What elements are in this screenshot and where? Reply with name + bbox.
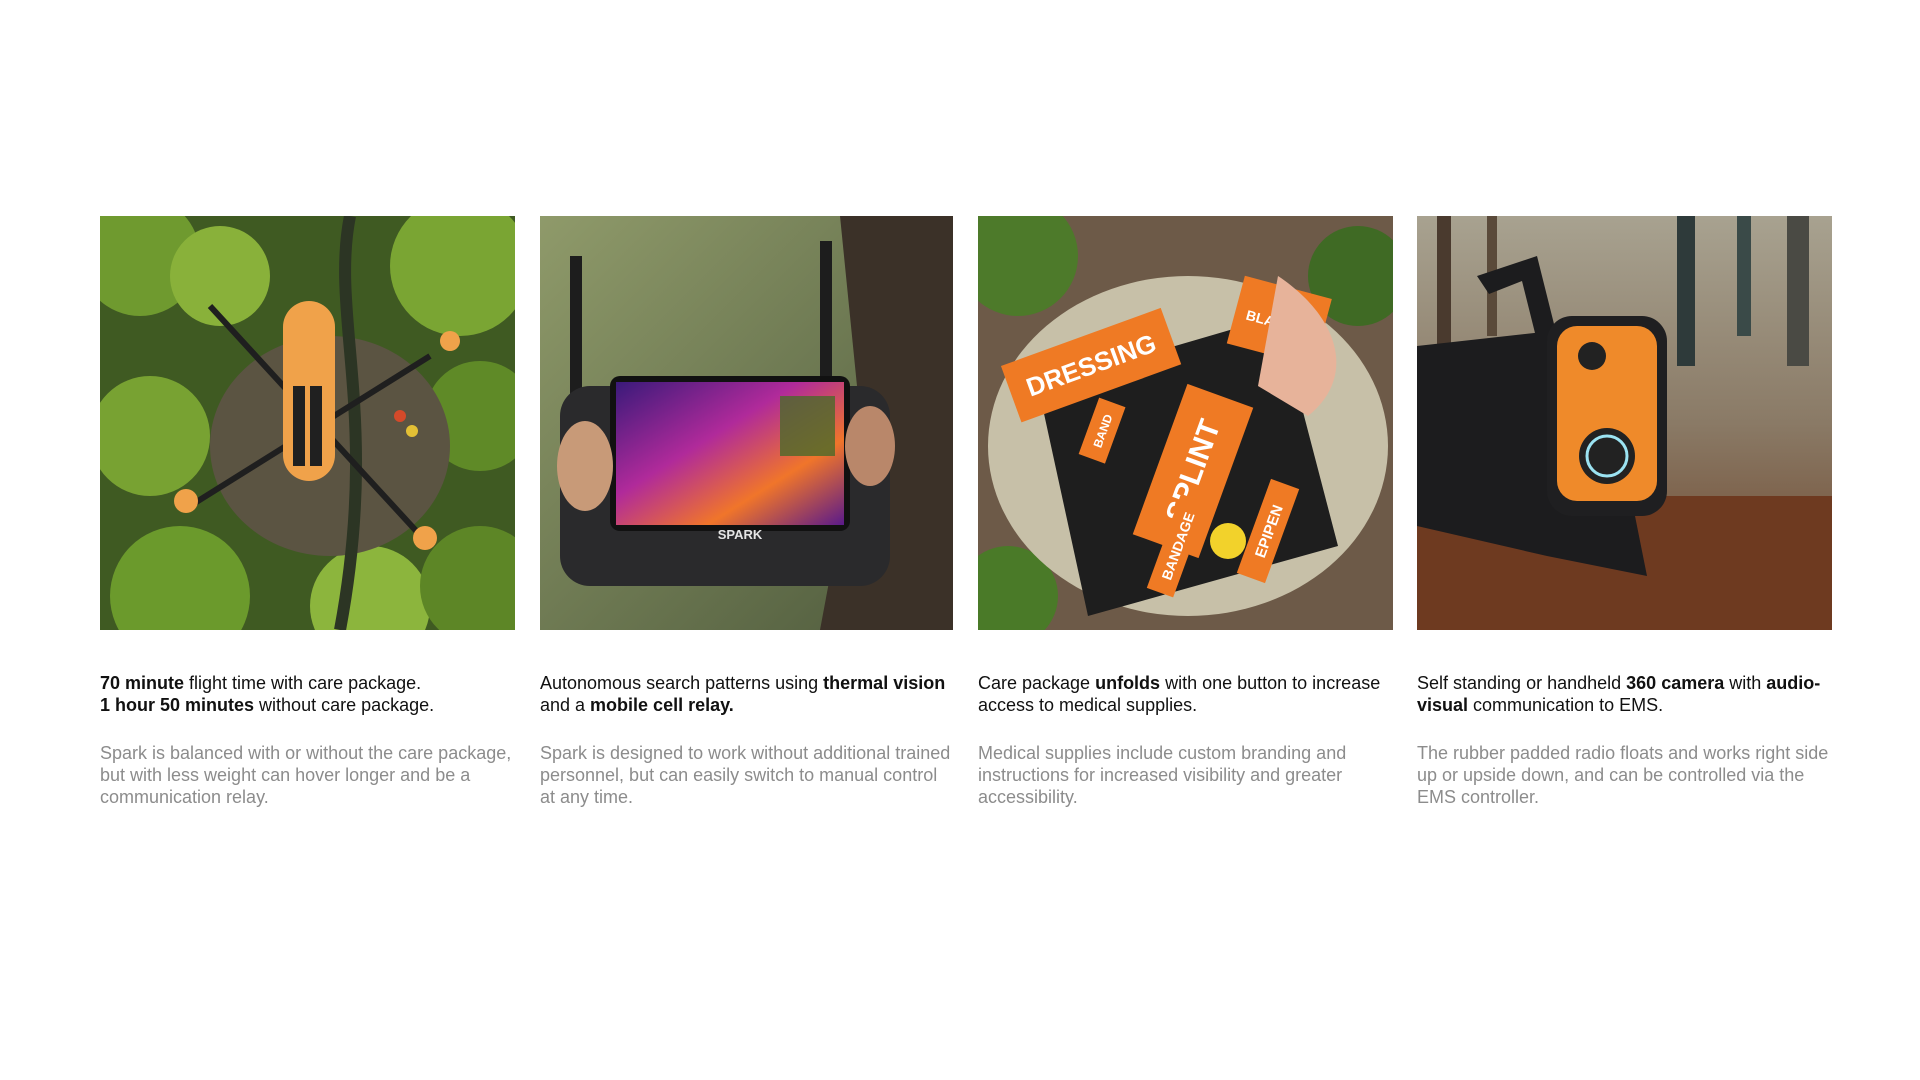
thermal-controller-image: SPARK: [540, 216, 953, 630]
card-body: Spark is balanced with or without the ca…: [100, 743, 512, 807]
headline-text: without care package.: [254, 695, 435, 715]
card-body: Spark is designed to work without additi…: [540, 743, 951, 807]
headline-bold: unfolds: [1095, 673, 1161, 693]
headline-text: and a: [540, 695, 591, 715]
drone-photo: [100, 216, 515, 630]
care-package-photo: DRESSING SPLINT BANDAGE EPIPEN BLANKET B…: [978, 216, 1393, 630]
headline-bold: thermal vision: [823, 673, 946, 693]
card-body: The rubber padded radio floats and works…: [1417, 743, 1829, 807]
feature-card-360-camera: Self standing or handheld 360 camera wit…: [1417, 216, 1832, 808]
headline-text: Autonomous search patterns using: [540, 673, 824, 693]
feature-card-care-package: DRESSING SPLINT BANDAGE EPIPEN BLANKET B…: [978, 216, 1393, 808]
card-body: Medical supplies include custom branding…: [978, 743, 1347, 807]
feature-card-flight-time: 70 minute flight time with care package.…: [100, 216, 515, 808]
headline-bold: mobile cell relay.: [590, 695, 734, 715]
controller-photo: SPARK: [540, 216, 953, 630]
card-headline: Care package unfolds with one button to …: [978, 672, 1393, 716]
headline-text: flight time with care package.: [184, 673, 422, 693]
card-headline: Self standing or handheld 360 camera wit…: [1417, 672, 1832, 716]
camera-radio-photo: [1417, 216, 1832, 630]
camera-radio-image: [1417, 216, 1832, 630]
headline-bold: 70 minute: [100, 673, 185, 693]
controller-brand-label: SPARK: [718, 527, 763, 542]
headline-text: communication to EMS.: [1468, 695, 1664, 715]
headline-text: Self standing or handheld: [1417, 673, 1627, 693]
feature-card-autonomous-search: SPARK Autonomous search patterns using t…: [540, 216, 953, 808]
drone-over-forest-image: [100, 216, 515, 630]
headline-bold: 360 camera: [1626, 673, 1725, 693]
card-headline: 70 minute flight time with care package.…: [100, 672, 515, 716]
care-package-image: DRESSING SPLINT BANDAGE EPIPEN BLANKET B…: [978, 216, 1393, 630]
headline-bold: 1 hour 50 minutes: [100, 695, 255, 715]
card-headline: Autonomous search patterns using thermal…: [540, 672, 953, 716]
headline-text: with: [1724, 673, 1767, 693]
headline-text: Care package: [978, 673, 1096, 693]
